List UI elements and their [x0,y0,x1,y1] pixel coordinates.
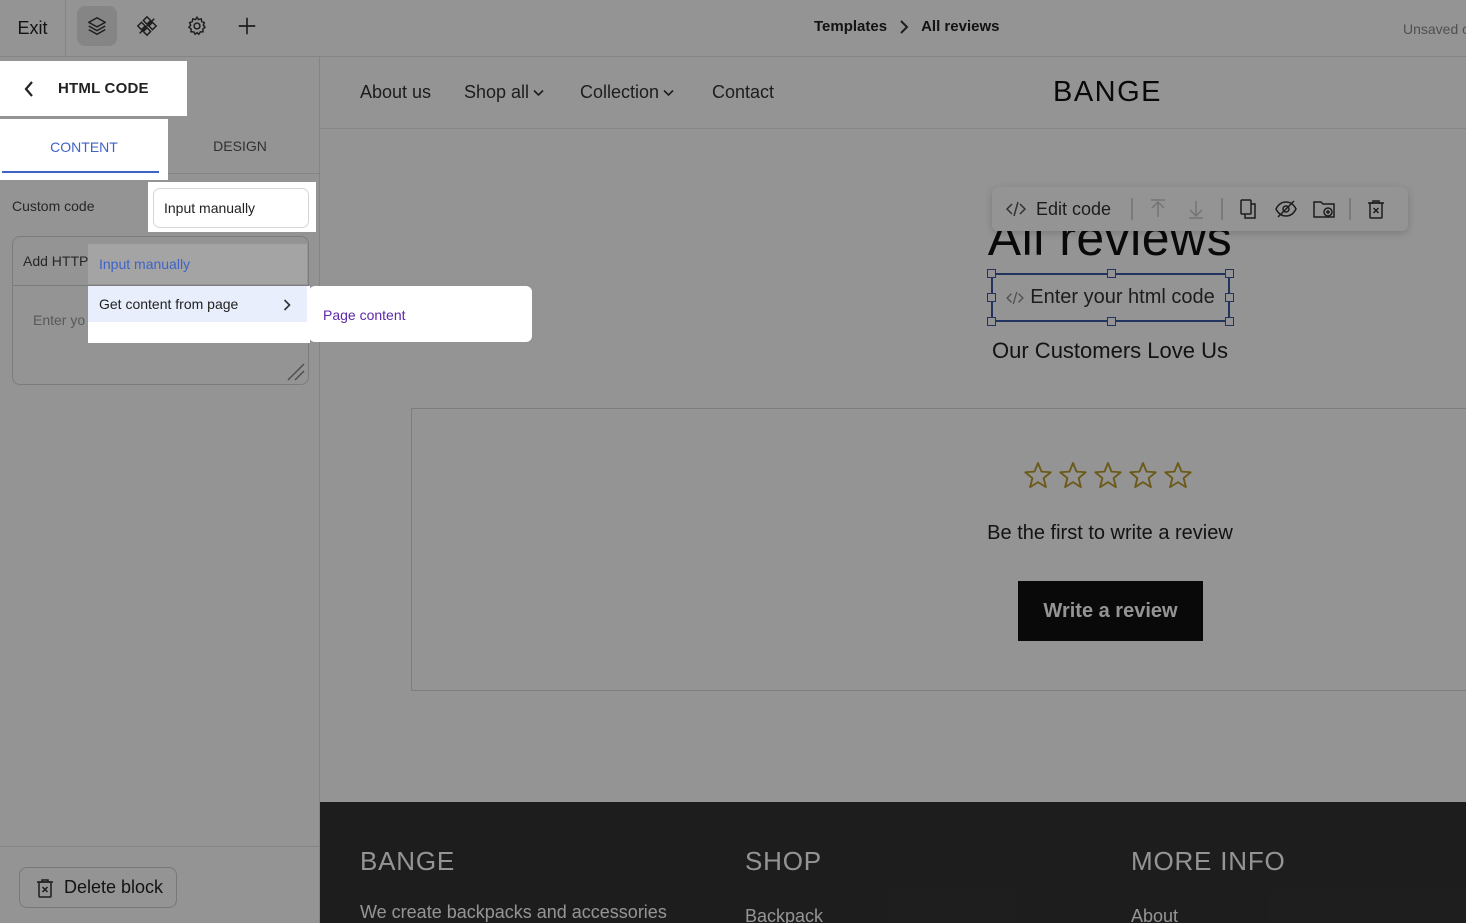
chevron-right-icon [283,299,291,311]
submenu-item-page-content[interactable]: Page content [323,307,406,323]
panel-header-inner: HTML CODE [0,61,187,116]
source-select[interactable]: Input manually [153,188,309,228]
tab-content-highlight[interactable]: CONTENT [0,119,168,180]
tutorial-overlay[interactable] [0,0,1466,923]
back-button[interactable] [0,80,58,97]
menu-item-input-manually[interactable]: Input manually [88,244,307,284]
chevron-left-icon [24,80,33,97]
submenu: Page content [309,286,532,342]
source-select-highlight: Input manually [148,182,316,232]
menu-item-get-content[interactable]: Get content from page [88,286,307,322]
panel-header: HTML CODE [0,61,187,116]
tab-content-highlight-label: CONTENT [50,139,118,155]
active-tab-indicator [2,171,159,173]
panel-title: HTML CODE [58,80,149,97]
menu-item-get-content-label: Get content from page [99,296,239,312]
get-content-highlight: Get content from page [88,286,310,343]
